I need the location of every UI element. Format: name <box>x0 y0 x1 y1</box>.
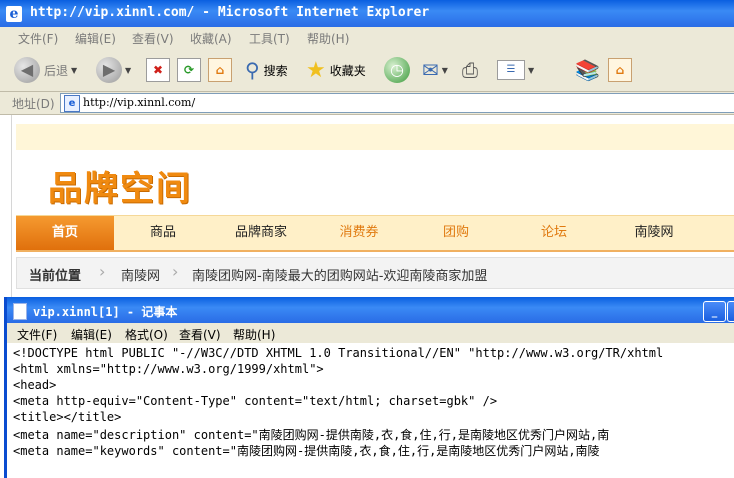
edit-button[interactable]: ☰ ▼ <box>497 56 534 84</box>
nav-brand-merchants[interactable]: 品牌商家 <box>212 216 310 250</box>
forward-dropdown-icon[interactable]: ▼ <box>125 66 131 75</box>
notepad-window[interactable]: vip.xinnl[1] - 记事本 _ 文件(F) 编辑(E) 格式(O) 查… <box>4 297 734 478</box>
code-line: <meta http-equiv="Content-Type" content=… <box>13 394 498 408</box>
top-banner-strip <box>16 124 734 150</box>
refresh-button[interactable]: ⟳ <box>177 56 201 84</box>
code-line: <title></title> <box>13 410 122 424</box>
ie-title-bar[interactable]: e http://vip.xinnl.com/ - Microsoft Inte… <box>0 0 734 27</box>
breadcrumb-link-page[interactable]: 南陵团购网-南陵最大的团购网站-欢迎南陵商家加盟 <box>192 265 487 284</box>
np-menu-help[interactable]: 帮助(H) <box>233 326 275 343</box>
menu-tools[interactable]: 工具(T) <box>249 30 290 47</box>
research-button[interactable]: 📚 <box>575 56 600 84</box>
research-books-icon: 📚 <box>575 58 600 82</box>
edit-page-icon: ☰ <box>497 60 525 80</box>
menu-help[interactable]: 帮助(H) <box>307 30 349 47</box>
code-line: <meta name="description" content="南陵团购网-… <box>13 428 610 442</box>
forward-button[interactable]: ▶ ▼ <box>96 56 131 84</box>
np-menu-view[interactable]: 查看(V) <box>179 326 221 343</box>
home-extra-button[interactable]: ⌂ <box>608 56 632 84</box>
mail-dropdown-icon[interactable]: ▼ <box>442 66 448 75</box>
back-button[interactable]: ◀ 后退 ▼ <box>14 56 77 84</box>
menu-file[interactable]: 文件(F) <box>18 30 58 47</box>
ie-window-title: http://vip.xinnl.com/ - Microsoft Intern… <box>30 5 430 20</box>
code-line: <!DOCTYPE html PUBLIC "-//W3C//DTD XHTML… <box>13 346 664 360</box>
site-nav: 首页 商品 品牌商家 消费券 团购 论坛 南陵网 <box>16 215 734 252</box>
notepad-window-title: vip.xinnl[1] - 记事本 <box>33 305 178 319</box>
address-label: 地址(D) <box>12 97 55 111</box>
breadcrumb-current-label: 当前位置 <box>29 269 82 284</box>
breadcrumb-separator-icon: › <box>172 262 179 281</box>
nav-forum[interactable]: 论坛 <box>504 216 604 250</box>
notepad-icon <box>13 303 27 320</box>
maximize-button[interactable] <box>727 301 734 322</box>
nav-goods[interactable]: 商品 <box>114 216 212 250</box>
mail-button[interactable]: ✉ ▼ <box>422 56 448 84</box>
back-arrow-icon: ◀ <box>14 57 40 83</box>
np-menu-file[interactable]: 文件(F) <box>17 326 57 343</box>
back-label: 后退 <box>44 63 69 78</box>
print-icon: ⎙ <box>462 58 478 82</box>
minimize-button[interactable]: _ <box>703 301 726 322</box>
edit-dropdown-icon[interactable]: ▼ <box>528 66 534 75</box>
search-label: 搜索 <box>263 63 288 78</box>
site-logo[interactable]: 品牌空间 <box>48 161 192 210</box>
ie-menu-bar: 文件(F) 编辑(E) 查看(V) 收藏(A) 工具(T) 帮助(H) <box>0 27 734 50</box>
address-url: http://vip.xinnl.com/ <box>83 96 196 109</box>
mail-icon: ✉ <box>422 58 439 82</box>
history-icon: ◷ <box>384 57 410 83</box>
forward-arrow-icon: ▶ <box>96 57 122 83</box>
nav-nanling[interactable]: 南陵网 <box>604 216 704 250</box>
home-button[interactable]: ⌂ <box>208 56 232 84</box>
menu-favorites[interactable]: 收藏(A) <box>190 30 232 47</box>
nav-group-buy[interactable]: 团购 <box>408 216 504 250</box>
favorites-button[interactable]: ★ 收藏夹 <box>306 56 366 84</box>
home-icon: ⌂ <box>208 58 232 82</box>
np-menu-format[interactable]: 格式(O) <box>125 326 168 343</box>
search-button[interactable]: ⚲ 搜索 <box>245 56 288 84</box>
print-button[interactable]: ⎙ <box>462 56 478 84</box>
code-line: <head> <box>13 378 57 392</box>
menu-edit[interactable]: 编辑(E) <box>75 30 116 47</box>
address-bar: 地址(D) e http://vip.xinnl.com/ <box>0 92 734 115</box>
breadcrumb: 当前位置 › 南陵网 › 南陵团购网-南陵最大的团购网站-欢迎南陵商家加盟 <box>16 257 734 289</box>
np-menu-edit[interactable]: 编辑(E) <box>71 326 112 343</box>
page-icon: e <box>64 95 80 112</box>
favorites-label: 收藏夹 <box>329 63 366 78</box>
notepad-text-area[interactable]: <!DOCTYPE html PUBLIC "-//W3C//DTD XHTML… <box>7 344 734 478</box>
ie-logo-icon: e <box>6 6 22 22</box>
address-input[interactable]: e http://vip.xinnl.com/ <box>60 93 734 113</box>
breadcrumb-separator-icon: › <box>99 262 106 281</box>
nav-home[interactable]: 首页 <box>16 216 114 250</box>
stop-icon: ✖ <box>146 58 170 82</box>
notepad-menu-bar: 文件(F) 编辑(E) 格式(O) 查看(V) 帮助(H) <box>7 323 734 343</box>
code-line: <html xmlns="http://www.w3.org/1999/xhtm… <box>13 362 324 376</box>
home-extra-icon: ⌂ <box>608 58 632 82</box>
stop-button[interactable]: ✖ <box>146 56 170 84</box>
ie-toolbar: ◀ 后退 ▼ ▶ ▼ ✖ ⟳ ⌂ ⚲ 搜索 ★ 收藏夹 ◷ ✉ ▼ ⎙ ☰ ▼ … <box>0 49 734 92</box>
back-dropdown-icon[interactable]: ▼ <box>71 66 77 75</box>
notepad-title-bar[interactable]: vip.xinnl[1] - 记事本 _ <box>7 297 734 323</box>
favorites-star-icon: ★ <box>306 57 326 83</box>
menu-view[interactable]: 查看(V) <box>132 30 174 47</box>
refresh-icon: ⟳ <box>177 58 201 82</box>
search-icon: ⚲ <box>245 58 260 82</box>
history-button[interactable]: ◷ <box>384 56 410 84</box>
breadcrumb-link-nanling[interactable]: 南陵网 <box>121 265 160 284</box>
nav-coupons[interactable]: 消费券 <box>310 216 408 250</box>
code-line: <meta name="keywords" content="南陵团购网-提供南… <box>13 444 600 458</box>
